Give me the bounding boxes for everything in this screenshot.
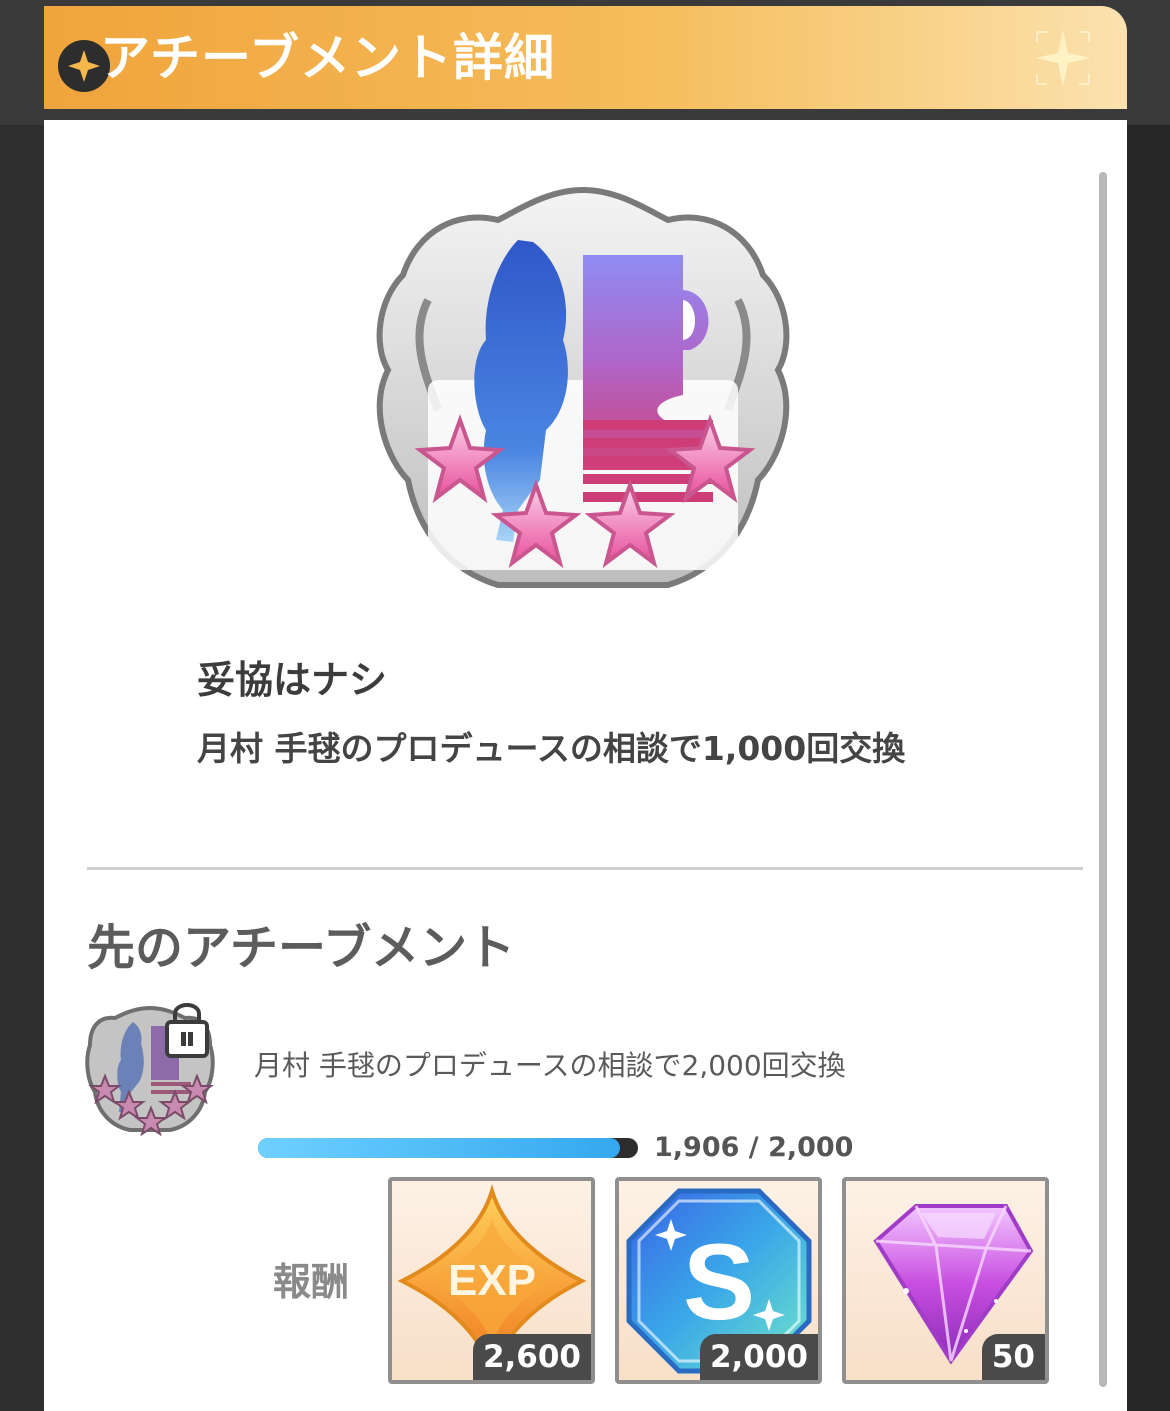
progress-text: 1,906 / 2,000	[654, 1132, 854, 1163]
divider	[87, 867, 1083, 870]
progress-bar	[258, 1138, 638, 1158]
scrollbar[interactable]	[1099, 172, 1107, 1387]
svg-text:S: S	[683, 1221, 755, 1342]
next-achievement-description: 月村 手毬のプロデュースの相談で2,000回交換	[254, 1049, 846, 1082]
reward-count: 2,600	[472, 1334, 591, 1380]
reward-s-ticket[interactable]: S 2,000	[615, 1177, 822, 1384]
reward-count: 2,000	[699, 1334, 818, 1380]
reward-gem[interactable]: 50	[842, 1177, 1049, 1384]
progress-bar-fill	[258, 1138, 621, 1158]
dialog-title: アチーブメント詳細	[100, 29, 555, 87]
reward-exp[interactable]: EXP 2,600	[388, 1177, 595, 1384]
lock-icon	[165, 1020, 209, 1058]
sparkle-icon	[1035, 30, 1091, 86]
achievement-description: 月村 手毬のプロデュースの相談で1,000回交換	[197, 729, 906, 768]
reward-count: 50	[981, 1334, 1045, 1380]
dialog-header: アチーブメント詳細	[44, 6, 1127, 109]
locked-achievement-icon[interactable]	[85, 1000, 215, 1136]
rewards-label: 報酬	[273, 1260, 350, 1304]
svg-text:EXP: EXP	[448, 1256, 536, 1305]
background-right	[1126, 0, 1170, 1411]
background-left	[0, 0, 44, 1411]
achievement-emblem-icon	[376, 186, 790, 588]
next-achievement-heading: 先のアチーブメント	[87, 920, 516, 976]
achievement-title: 妥協はナシ	[197, 658, 388, 702]
